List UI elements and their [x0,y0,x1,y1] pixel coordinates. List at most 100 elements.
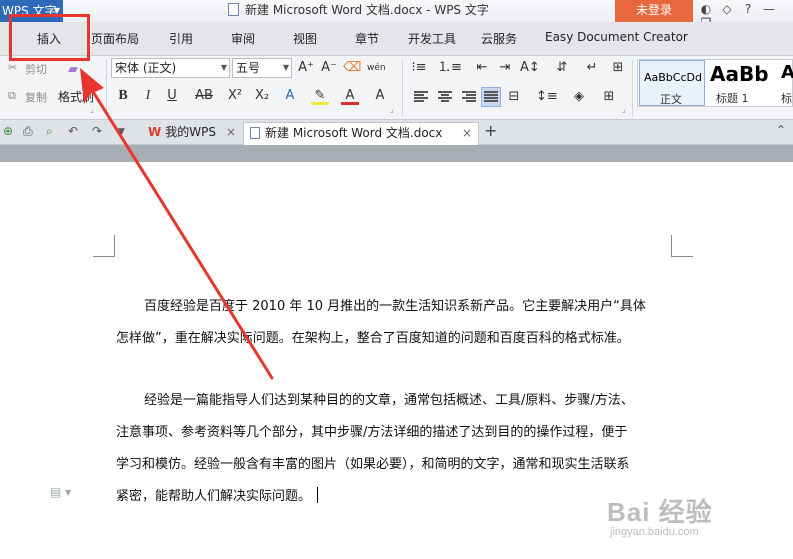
redo-icon[interactable]: ↷ [92,124,102,138]
paragraph[interactable]: 百度经验是百度于 2010 年 10 月推出的一款生活知识系新产品。它主要解决用… [116,291,672,355]
font-name-select[interactable]: 宋体 (正文) ▼ [111,58,230,78]
close-icon[interactable]: × [226,122,236,142]
text-direction-icon[interactable]: A↕ [520,59,540,77]
document-icon [228,3,239,16]
cut-label[interactable]: 剪切 [25,61,47,77]
dialog-launcher-icon[interactable]: ⌟ [390,105,394,114]
copy-label[interactable]: 复制 [25,89,47,105]
paragraph[interactable]: 经验是一篇能指导人们达到某种目的的文章，通常包括概述、工具/原料、步骤/方法、 … [116,385,672,513]
style-preview: AaBbCcDd [644,71,702,84]
shrink-font-icon[interactable]: A⁻ [320,59,338,77]
annotation-highlight-box [9,14,90,61]
watermark-brand: Bai 经验 [607,497,713,527]
decrease-indent-icon[interactable]: ⇤ [473,59,491,77]
highlight-icon[interactable]: ✎ [311,87,329,105]
baidu-watermark: Bai 经验 jingyan.baidu.com [607,492,713,538]
font-size-select[interactable]: 五号 ▼ [232,58,292,78]
dialog-launcher-icon[interactable]: ⌟ [622,105,626,114]
style-normal[interactable]: AaBbCcDd 正文 [639,60,705,106]
strikethrough-icon[interactable]: AB [195,87,213,105]
divider [632,60,633,116]
increase-indent-icon[interactable]: ⇥ [496,59,514,77]
watermark-url: jingyan.baidu.com [610,526,699,538]
bullet-list-icon[interactable]: ⁝≡ [410,59,428,77]
copy-icon[interactable]: ⧉ [8,89,16,103]
align-center-icon[interactable] [436,88,454,106]
numbered-list-icon[interactable]: ⒈≡ [438,59,462,77]
undo-icon[interactable]: ↶ [68,124,78,138]
print-icon[interactable]: ⎙ [23,124,33,139]
tab-developer[interactable]: 开发工具 [408,30,456,47]
tab-review[interactable]: 审阅 [231,30,255,47]
paragraph-line: 紧密，能帮助人们解决实际问题。 [116,481,672,513]
tab-label: 我的WPS [165,125,216,139]
divider [402,60,403,116]
tab-references[interactable]: 引用 [169,30,193,47]
text-effect-icon[interactable]: A [281,87,299,105]
paragraph-line: 百度经验是百度于 2010 年 10 月推出的一款生活知识系新产品。它主要解决用… [144,299,646,314]
tab-chapter[interactable]: 章节 [355,30,379,47]
document-tab-bar: ⊕ ⎙ ⌕ ↶ ↷ ▼ W 我的WPS × 新建 Microsoft Word 文… [0,120,793,145]
tab-view[interactable]: 视图 [293,30,317,47]
font-color-icon[interactable]: A [341,87,359,105]
print-preview-icon[interactable]: ⌕ [46,124,53,139]
style-name: 正文 [660,93,682,106]
table-icon[interactable]: ⊞ [609,59,627,77]
superscript-icon[interactable]: X² [226,87,244,105]
grow-font-icon[interactable]: A⁺ [297,59,315,77]
chinese-layout-icon[interactable]: ⇵ [553,59,571,77]
new-document-icon[interactable]: ⊕ [3,124,13,138]
wps-logo-icon: W [148,125,162,139]
tab-page-layout[interactable]: 页面布局 [91,30,139,47]
new-tab-icon[interactable]: + [484,121,497,140]
minimize-icon[interactable]: — [761,2,777,16]
tab-cloud-services[interactable]: 云服务 [481,30,517,47]
login-button[interactable]: 未登录 [615,0,693,22]
clear-format-icon[interactable]: ⌫ [343,59,361,77]
format-painter-icon[interactable]: ▰ [64,61,82,79]
style-heading-1[interactable]: AaBb 标题 1 [706,60,778,106]
line-spacing-icon[interactable]: ↕≡ [536,88,558,106]
feedback-icon[interactable]: ◇ [719,2,735,16]
skin-icon[interactable]: ◐ [698,2,714,16]
dialog-launcher-icon[interactable]: ⌟ [90,105,94,114]
style-heading-2[interactable]: A 标 [779,60,793,106]
phonetic-guide-icon[interactable]: wén [367,59,386,77]
shading-icon[interactable]: ◈ [570,88,588,106]
scissors-icon[interactable]: ✂ [8,61,17,74]
distributed-align-icon[interactable]: ⊟ [505,88,523,106]
underline-icon[interactable]: U [163,87,181,105]
character-border-icon[interactable]: A [371,87,389,105]
close-icon[interactable]: × [462,123,472,143]
tab-easy-document-creator[interactable]: Easy Document Creator [545,30,688,44]
tab-current-document[interactable]: 新建 Microsoft Word 文档.docx × [243,122,479,145]
align-left-icon[interactable] [412,88,430,106]
bold-icon[interactable]: B [114,87,132,105]
style-preview: A [781,62,793,83]
align-right-icon[interactable] [460,88,478,106]
paragraph-layout-icon[interactable]: ▤ ▾ [50,485,71,499]
paragraph-line: 注意事项、参考资料等几个部分，其中步骤/方法详细的描述了达到目的的操作过程，便于 [116,425,628,440]
borders-icon[interactable]: ⊞ [600,88,618,106]
quick-access-menu-icon[interactable]: ▼ [118,127,125,137]
divider [106,60,107,116]
italic-icon[interactable]: I [139,87,157,105]
help-icon[interactable]: ? [740,2,756,16]
justify-icon[interactable] [481,87,501,107]
style-preview: AaBb [710,62,769,86]
text-cursor [317,487,319,503]
title-bar: WPS 文字 ▼ 新建 Microsoft Word 文档.docx - WPS… [0,0,793,30]
ribbon-panel: ✂ 剪切 ▰ ⧉ 复制 格式刷 ⌟ 宋体 (正文) ▼ 五号 ▼ A⁺ A⁻ ⌫ w… [0,56,793,120]
margin-marker [93,235,115,257]
ribbon-tab-bar: 插入 页面布局 引用 审阅 视图 章节 开发工具 云服务 Easy Docume… [0,22,793,56]
style-name: 标题 1 [716,92,749,105]
subscript-icon[interactable]: X₂ [253,87,271,105]
tab-my-wps[interactable]: W 我的WPS × [142,122,242,145]
format-painter-label[interactable]: 格式刷 [58,88,94,105]
styles-gallery: AaBbCcDd 正文 AaBb 标题 1 A 标 [637,59,793,107]
collapse-ribbon-icon[interactable]: ⌃ [776,123,786,137]
paragraph-line: 怎样做”，重在解决实际问题。在架构上，整合了百度知道的问题和百度百科的格式标准。 [116,331,630,346]
window-controls: ◐◇?—❐ [698,2,793,30]
document-icon [250,127,260,139]
show-marks-icon[interactable]: ↵ [583,59,601,77]
